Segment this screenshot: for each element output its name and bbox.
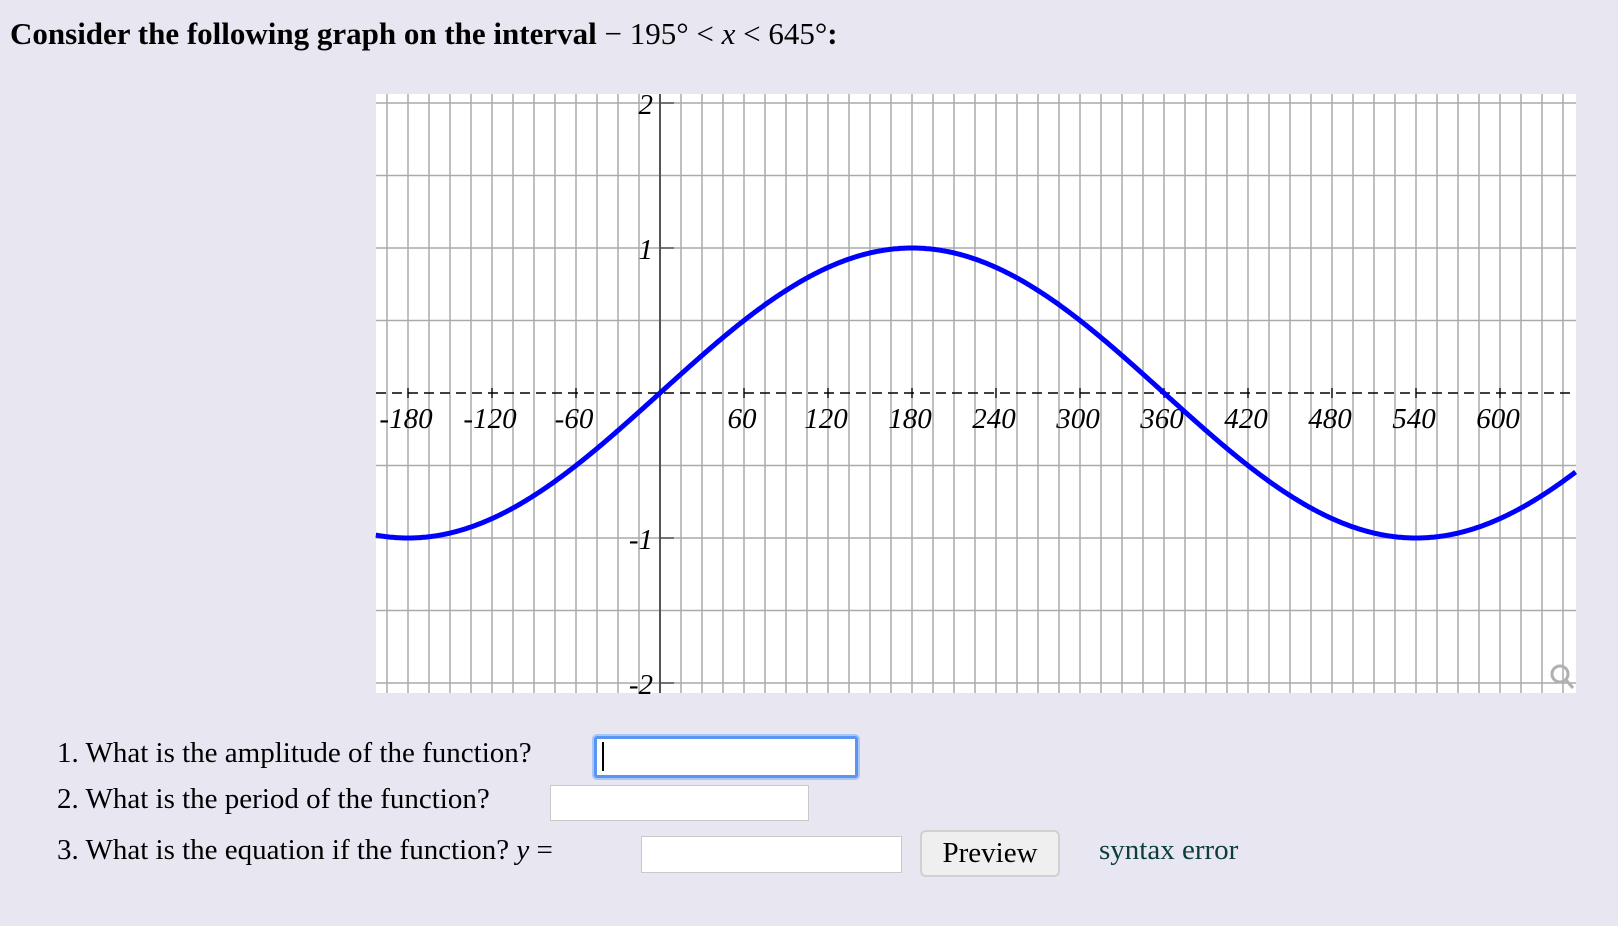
question-2-label: 2. What is the period of the function?	[57, 783, 490, 815]
period-input[interactable]	[550, 785, 809, 821]
x-tick-label: -60	[555, 403, 594, 435]
x-tick-label: 240	[972, 403, 1016, 435]
x-tick-label: 120	[804, 403, 848, 435]
x-tick-label: 420	[1224, 403, 1268, 435]
question-3-text: 3. What is the equation if the function?	[57, 834, 510, 866]
syntax-error-message: syntax error	[1099, 834, 1239, 866]
x-tick-label: 300	[1055, 403, 1100, 435]
y-tick-label: 1	[639, 234, 654, 266]
y-tick-label: 2	[639, 89, 654, 121]
equals-sign: =	[536, 834, 553, 866]
amplitude-input[interactable]	[594, 736, 858, 778]
question-3-label: 3. What is the equation if the function?…	[57, 834, 553, 867]
x-tick-label: 480	[1308, 403, 1352, 435]
x-tick-label: -180	[379, 403, 433, 435]
x-tick-label: 540	[1392, 403, 1436, 435]
y-tick-label: -1	[629, 524, 653, 556]
question-1-label: 1. What is the amplitude of the function…	[57, 737, 532, 769]
x-tick-label: 180	[888, 403, 932, 435]
preview-button[interactable]: Preview	[920, 830, 1060, 877]
equation-variable: y	[516, 834, 530, 866]
x-tick-label: 60	[728, 403, 758, 435]
x-tick-label: 600	[1476, 403, 1520, 435]
equation-input[interactable]	[641, 836, 902, 873]
y-tick-label: -2	[629, 669, 653, 701]
x-tick-label: -120	[463, 403, 517, 435]
text-cursor	[602, 742, 604, 771]
